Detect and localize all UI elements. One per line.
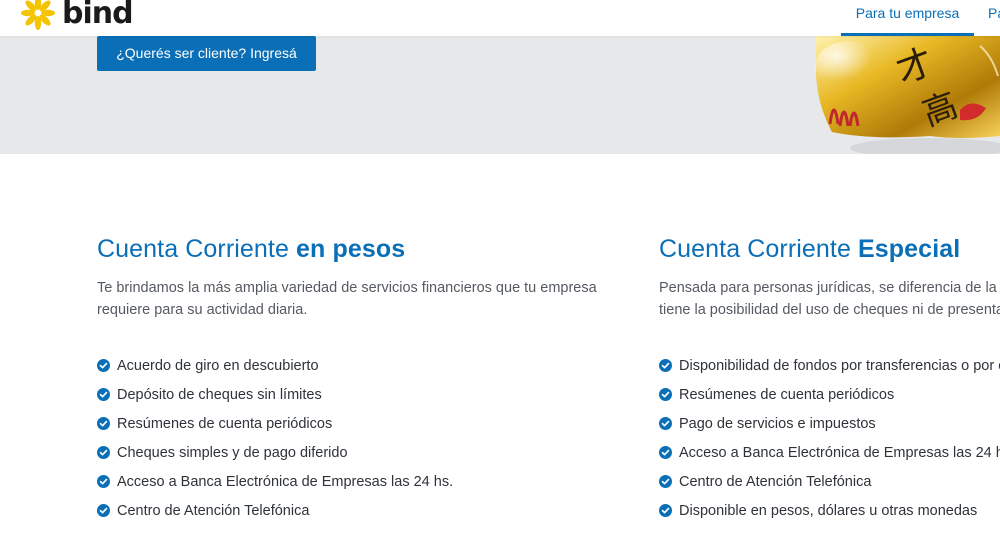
feature-item: Acceso a Banca Electrónica de Empresas l… <box>659 438 1000 467</box>
feature-item: Resúmenes de cuenta periódicos <box>659 380 1000 409</box>
nav-tab-para-tu-empresa[interactable]: Para tu empresa <box>841 0 974 36</box>
feature-label: Resúmenes de cuenta periódicos <box>117 415 333 432</box>
logo[interactable]: bind <box>20 0 134 34</box>
check-circle-icon <box>97 504 110 517</box>
feature-item: Resúmenes de cuenta periódicos <box>97 409 597 438</box>
become-client-button[interactable]: ¿Querés ser cliente? Ingresá <box>97 36 316 71</box>
section-description: Te brindamos la más amplia variedad de s… <box>97 280 597 318</box>
title-bold: Especial <box>858 235 961 263</box>
check-circle-icon <box>97 446 110 459</box>
feature-label: Cheques simples y de pago diferido <box>117 444 348 461</box>
feature-item: Cheques simples y de pago diferido <box>97 438 597 467</box>
feature-item: Disponibilidad de fondos por transferenc… <box>659 351 1000 380</box>
feature-list: Disponibilidad de fondos por transferenc… <box>659 351 1000 525</box>
check-circle-icon <box>97 359 110 372</box>
check-circle-icon <box>97 475 110 488</box>
feature-label: Centro de Atención Telefónica <box>679 473 872 490</box>
logo-text: bind <box>62 0 134 31</box>
cuenta-corriente-pesos-section: Cuenta Corriente en pesos Te brindamos l… <box>97 232 597 525</box>
feature-item: Centro de Atención Telefónica <box>97 496 597 525</box>
nav-tab-next[interactable]: Pa <box>988 0 1000 36</box>
feature-label: Disponible en pesos, dólares u otras mon… <box>679 502 978 519</box>
feature-label: Disponibilidad de fondos por transferenc… <box>679 357 1000 374</box>
title-regular: Cuenta Corriente <box>97 235 297 263</box>
check-circle-icon <box>659 504 672 517</box>
description-line: tiene la posibilidad del uso de cheques … <box>659 302 1000 318</box>
title-bold: en pesos <box>296 235 406 263</box>
title-regular: Cuenta Corriente <box>659 235 859 263</box>
description-line: Pensada para personas jurídicas, se dife… <box>659 280 1000 296</box>
section-title: Cuenta Corriente Especial <box>659 232 1000 266</box>
feature-label: Centro de Atención Telefónica <box>117 502 310 519</box>
hero-banner: ¿Querés ser cliente? Ingresá 才 高 <box>0 36 1000 154</box>
feature-label: Resúmenes de cuenta periódicos <box>679 386 895 403</box>
feature-item: Depósito de cheques sin límites <box>97 380 597 409</box>
feature-item: Pago de servicios e impuestos <box>659 409 1000 438</box>
section-title: Cuenta Corriente en pesos <box>97 232 597 266</box>
check-circle-icon <box>97 388 110 401</box>
cuenta-corriente-especial-section: Cuenta Corriente Especial Pensada para p… <box>659 232 1000 525</box>
check-circle-icon <box>659 475 672 488</box>
page: bind Para tu empresa Pa ¿Querés ser clie… <box>0 0 1000 550</box>
check-circle-icon <box>659 417 672 430</box>
check-circle-icon <box>97 417 110 430</box>
feature-item: Acceso a Banca Electrónica de Empresas l… <box>97 467 597 496</box>
check-circle-icon <box>659 359 672 372</box>
star-flower-icon <box>21 0 55 30</box>
check-circle-icon <box>659 446 672 459</box>
section-description: Pensada para personas jurídicas, se dife… <box>659 277 1000 321</box>
top-nav-bar: bind Para tu empresa Pa <box>0 0 1000 36</box>
feature-label: Acceso a Banca Electrónica de Empresas l… <box>117 473 454 490</box>
feature-label: Depósito de cheques sin límites <box>117 386 322 403</box>
feature-item: Acuerdo de giro en descubierto <box>97 351 597 380</box>
feature-label: Acceso a Banca Electrónica de Empresas l… <box>679 444 1000 461</box>
feature-label: Acuerdo de giro en descubierto <box>117 357 319 374</box>
feature-label: Pago de servicios e impuestos <box>679 415 876 432</box>
feature-item: Centro de Atención Telefónica <box>659 467 1000 496</box>
feature-item: Disponible en pesos, dólares u otras mon… <box>659 496 1000 525</box>
golden-lucky-cat-image: 才 高 <box>815 36 1000 154</box>
feature-list: Acuerdo de giro en descubierto Depósito … <box>97 351 597 525</box>
check-circle-icon <box>659 388 672 401</box>
